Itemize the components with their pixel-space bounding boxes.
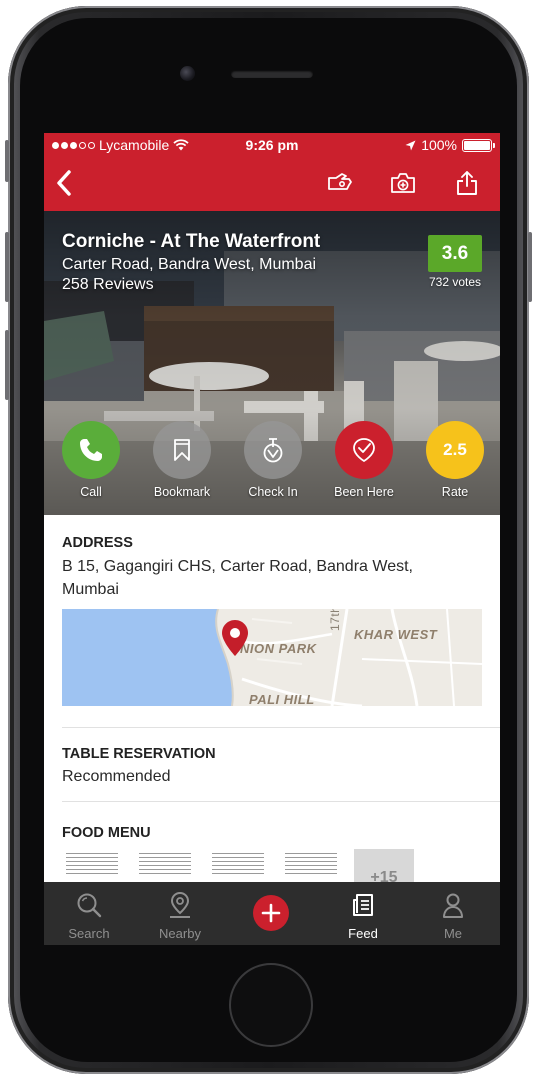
map-pin-marker-icon [222,620,248,656]
tab-me-label: Me [443,926,463,941]
tab-nearby[interactable]: Nearby [145,890,215,941]
map-pin-icon [170,891,190,918]
divider-2 [62,801,500,802]
add-icon [261,903,281,923]
map-label-union-park: NION PARK [240,641,317,656]
volume-up-button [5,232,9,302]
table-reservation-heading: TABLE RESERVATION [62,746,216,762]
user-icon [443,893,463,918]
bookmark-circle[interactable] [153,421,211,479]
search-icon [77,893,102,918]
been-here-icon [353,438,375,463]
check-in-button[interactable] [324,167,356,199]
status-bar: Lycamobile 9:26 pm 100% [44,133,500,157]
restaurant-name: Corniche - At The Waterfront [62,231,321,252]
back-icon [57,170,71,196]
menu-page-thumb[interactable] [62,849,122,883]
share-button[interactable] [451,167,483,199]
earpiece-speaker [231,70,313,78]
more-menu-pages[interactable]: +15 [354,849,414,883]
share-icon [457,171,477,195]
reviews-link[interactable]: 258 Reviews [62,276,154,294]
restaurant-header: Corniche - At The Waterfront Carter Road… [44,211,500,515]
phone-icon [80,439,102,461]
check-in-hand-icon [328,173,352,190]
rating-badge: 3.6 [428,235,482,272]
location-arrow-icon [405,140,416,150]
add-button[interactable] [253,895,289,931]
tab-search[interactable]: Search [54,890,124,941]
menu-page-thumb[interactable] [208,849,268,883]
tab-bar: Search Nearby Feed Me [44,882,500,945]
add-photo-button[interactable] [387,167,419,199]
power-button [528,232,532,302]
tab-search-label: Search [68,926,110,941]
tab-nearby-label: Nearby [159,926,201,941]
address-heading: ADDRESS [62,535,133,551]
restaurant-locality: Carter Road, Bandra West, Mumbai [62,256,317,273]
been-here-action[interactable]: Been Here [324,421,404,499]
menu-page-thumb[interactable] [281,849,341,883]
bookmark-action[interactable]: Bookmark [142,421,222,499]
been-here-label: Been Here [334,485,394,499]
call-label: Call [80,485,102,499]
tab-feed[interactable]: Feed [328,890,398,941]
bookmark-label: Bookmark [153,485,211,499]
home-button[interactable] [229,963,313,1047]
front-camera [180,66,195,81]
call-circle[interactable] [62,421,120,479]
battery-percent: 100% [421,137,457,153]
rate-label: Rate [441,485,469,499]
been-here-circle[interactable] [335,421,393,479]
food-menu-thumbnails[interactable]: +15 [62,849,500,883]
back-button[interactable] [48,167,80,199]
menu-page-thumb[interactable] [135,849,195,883]
tab-me[interactable]: Me [418,890,488,941]
check-in-action[interactable]: Check In [233,421,313,499]
add-photo-icon [391,173,415,193]
map-label-khar-west: KHAR WEST [354,627,438,642]
bookmark-icon [174,439,190,461]
check-in-circle[interactable] [244,421,302,479]
map-label-17th-rd: 17th Rd [328,609,342,631]
table-reservation-value: Recommended [62,768,171,785]
food-menu-heading: FOOD MENU [62,825,151,841]
tab-feed-label: Feed [348,926,378,941]
check-in-label: Check In [248,485,298,499]
address-text[interactable]: B 15, Gagangiri CHS, Carter Road, Bandra… [62,555,472,601]
check-in-icon [263,438,283,463]
mute-switch [5,140,9,182]
nav-bar [44,157,500,211]
battery-icon [462,138,495,152]
location-map[interactable]: NION PARK KHAR WEST PALI HILL 17th Rd [62,609,482,706]
divider-1 [62,727,500,728]
rate-action[interactable]: 2.5 Rate [415,421,495,499]
votes-count: 732 votes [428,275,482,289]
call-action[interactable]: Call [51,421,131,499]
map-label-pali-hill: PALI HILL [249,692,315,706]
screen: Lycamobile 9:26 pm 100% Corniche - At Th… [44,133,500,945]
rate-circle[interactable]: 2.5 [426,421,484,479]
feed-icon [353,894,373,916]
volume-down-button [5,330,9,400]
